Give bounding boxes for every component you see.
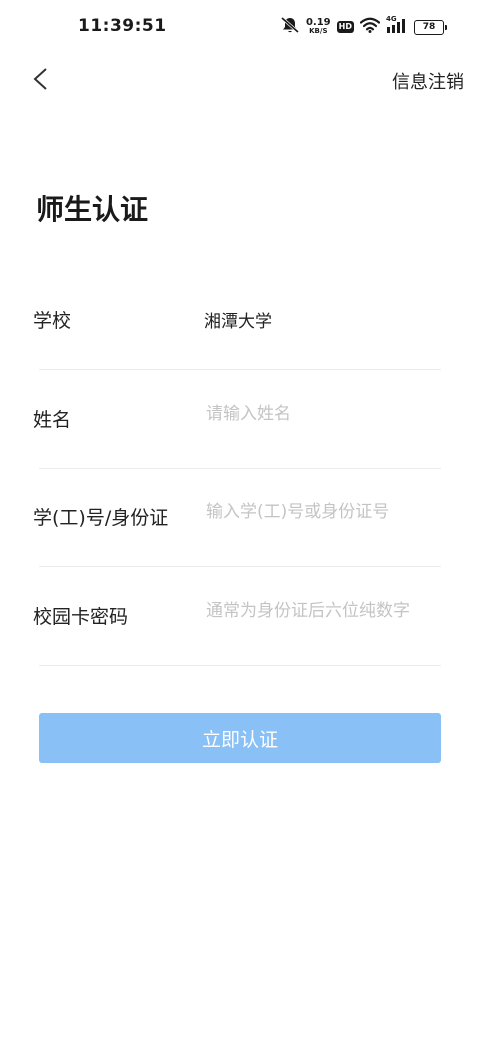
card-password-input[interactable] bbox=[206, 594, 442, 628]
divider bbox=[39, 566, 441, 567]
nav-bar: 信息注销 bbox=[0, 54, 480, 106]
school-label: 学校 bbox=[33, 310, 72, 332]
name-input[interactable] bbox=[206, 397, 442, 431]
page-title: 师生认证 bbox=[36, 193, 149, 226]
school-row: 学校 湘潭大学 bbox=[0, 272, 480, 370]
status-bar: 11:39:51 0.19 KB/S HD 4G 78 bbox=[0, 0, 480, 54]
network-speed-value: 0.19 bbox=[305, 17, 331, 28]
hd-badge: HD bbox=[336, 21, 354, 33]
back-arrow-icon bbox=[33, 68, 47, 90]
mute-bell-icon bbox=[280, 16, 300, 38]
cellular-signal-icon: 4G bbox=[386, 15, 408, 36]
status-time: 11:39:51 bbox=[78, 16, 167, 36]
back-button[interactable] bbox=[26, 64, 56, 94]
network-speed: 0.19 KB/S bbox=[305, 17, 331, 36]
id-number-input[interactable] bbox=[206, 495, 442, 529]
name-label: 姓名 bbox=[33, 409, 72, 431]
id-number-label: 学(工)号/身份证 bbox=[33, 507, 169, 529]
verify-button[interactable]: 立即认证 bbox=[39, 713, 441, 763]
school-value: 湘潭大学 bbox=[204, 312, 272, 332]
id-number-row: 学(工)号/身份证 bbox=[0, 469, 480, 567]
name-row: 姓名 bbox=[0, 371, 480, 469]
status-icons: 0.19 KB/S HD 4G 78 bbox=[280, 15, 447, 38]
network-speed-unit: KB/S bbox=[309, 27, 328, 35]
card-password-label: 校园卡密码 bbox=[33, 606, 129, 628]
battery-icon: 78 bbox=[414, 19, 447, 35]
divider bbox=[39, 665, 441, 666]
wifi-icon bbox=[359, 17, 381, 37]
divider bbox=[39, 369, 441, 370]
deregister-link[interactable]: 信息注销 bbox=[392, 68, 464, 94]
card-password-row: 校园卡密码 bbox=[0, 568, 480, 666]
